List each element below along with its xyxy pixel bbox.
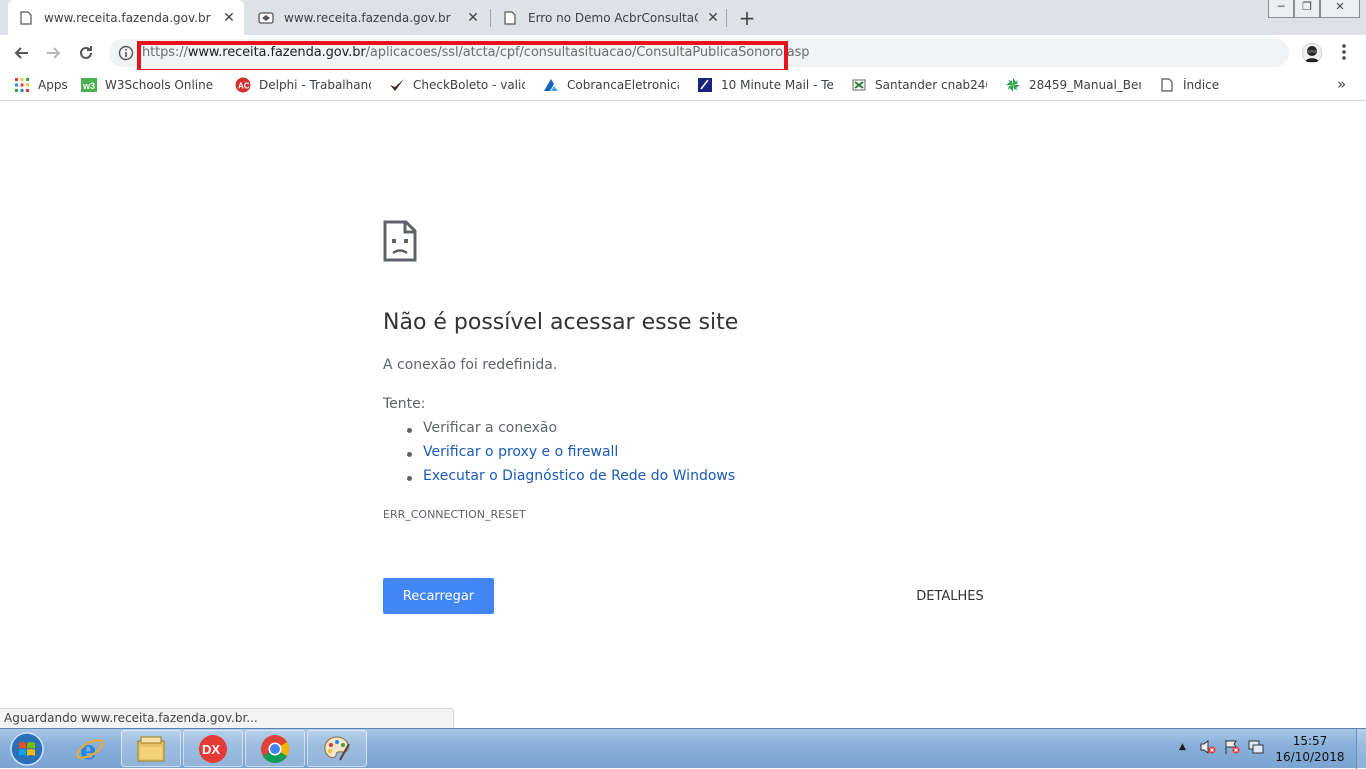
error-description: A conexão foi redefinida. [383, 357, 558, 373]
tab-title: www.receita.fazenda.gov.br [284, 10, 451, 25]
delphi-icon: AC [235, 77, 251, 93]
windows-taskbar: e DX ▲ 15:57 16/10/2018 [0, 728, 1366, 769]
10minutemail-icon [697, 77, 713, 93]
restore-button[interactable]: ❐ [1294, 0, 1320, 18]
bookmark-label: CobrancaEletronicaB [567, 78, 679, 92]
apps-grid-icon [14, 77, 30, 93]
paint-taskbar[interactable] [307, 730, 367, 767]
volume-muted-icon[interactable] [1199, 739, 1217, 758]
svg-text:AC: AC [238, 82, 250, 91]
close-tab-icon[interactable]: ✕ [706, 10, 720, 26]
bookmark-apps[interactable]: Apps [14, 76, 68, 94]
devexpress-taskbar[interactable]: DX [183, 730, 243, 767]
status-bubble: Aguardando www.receita.fazenda.gov.br... [0, 708, 454, 728]
checkboleto-icon [389, 77, 405, 93]
bookmarks-bar: Apps w3 W3Schools Online W AC Delphi - T… [0, 70, 1366, 101]
error-code: ERR_CONNECTION_RESET [383, 508, 526, 521]
reload-button[interactable] [74, 41, 98, 65]
new-tab-button[interactable]: + [737, 6, 757, 30]
tray-expand-icon[interactable]: ▲ [1179, 742, 1186, 752]
windows-explorer-taskbar[interactable] [121, 730, 181, 767]
back-button[interactable] [9, 41, 33, 65]
tab-separator [490, 9, 491, 27]
bookmark-label: 28459_Manual_Benef [1029, 78, 1141, 92]
folder-icon [137, 736, 165, 761]
forward-button[interactable] [42, 41, 66, 65]
close-tab-icon[interactable]: ✕ [222, 10, 236, 26]
bookmark-indice[interactable]: Índice [1159, 76, 1219, 94]
dx-label: DX [202, 742, 220, 757]
close-tab-icon[interactable]: ✕ [466, 10, 480, 26]
suggestion-check-proxy: Verificar o proxy e o firewall [406, 444, 735, 468]
action-center-flag-icon[interactable] [1223, 739, 1241, 758]
bookmarks-overflow-chevron-icon[interactable]: » [1337, 75, 1346, 93]
devexpress-icon: DX [199, 734, 227, 763]
page-content: Não é possível acessar esse site A conex… [0, 102, 1366, 728]
manual-icon [1005, 77, 1021, 93]
suggestion-network-diagnostics: Executar o Diagnóstico de Rede do Window… [406, 468, 735, 492]
try-label: Tente: [383, 396, 426, 412]
cobranca-icon [543, 77, 559, 93]
clock-date: 16/10/2018 [1275, 750, 1345, 764]
suggestions-list: Verificar a conexão Verificar o proxy e … [406, 420, 735, 492]
network-diagnostics-link[interactable]: Executar o Diagnóstico de Rede do Window… [423, 468, 735, 484]
google-chrome-taskbar[interactable] [245, 730, 305, 767]
bookmark-label: Apps [38, 78, 68, 92]
bookmark-santander[interactable]: Santander cnab240.p [851, 76, 987, 94]
minimize-button[interactable]: ─ [1268, 0, 1294, 18]
receita-favicon-icon [258, 10, 274, 26]
show-desktop-button[interactable] [1356, 729, 1366, 769]
error-title: Não é possível acessar esse site [383, 310, 739, 335]
reload-page-button[interactable]: Recarregar [383, 578, 494, 614]
tab-erro-demo[interactable]: Erro no Demo AcbrConsultaCPF ✕ [492, 0, 728, 35]
bookmark-label: W3Schools Online W [105, 78, 216, 92]
bookmark-delphi[interactable]: AC Delphi - Trabalhando [235, 76, 371, 94]
close-window-button[interactable]: ✕ [1320, 0, 1360, 18]
network-icon[interactable] [1247, 739, 1265, 758]
svg-text:w3: w3 [82, 81, 95, 91]
bookmark-w3schools[interactable]: w3 W3Schools Online W [81, 76, 216, 94]
tab-title: Erro no Demo AcbrConsultaCPF [528, 10, 698, 25]
info-icon[interactable] [118, 45, 134, 65]
w3schools-icon: w3 [81, 77, 97, 93]
chrome-icon [261, 734, 289, 763]
bookmark-label: Índice [1183, 78, 1220, 92]
santander-icon [851, 77, 867, 93]
suggestion-check-connection: Verificar a conexão [406, 420, 735, 444]
bookmark-manual[interactable]: 28459_Manual_Benef [1005, 76, 1141, 94]
arrow-left-icon [14, 47, 28, 59]
bookmark-checkboleto[interactable]: CheckBoleto - valida [389, 76, 525, 94]
paint-palette-icon [324, 735, 350, 760]
bookmark-label: CheckBoleto - valida [413, 78, 525, 92]
page-icon [18, 10, 34, 26]
tab-strip: www.receita.fazenda.gov.br ✕ www.receita… [0, 0, 1366, 35]
tab-receita-2[interactable]: www.receita.fazenda.gov.br ✕ [248, 0, 488, 35]
reload-icon [80, 46, 92, 59]
tab-separator [726, 9, 727, 27]
windows-orb-icon [10, 732, 44, 766]
arrow-right-icon [47, 47, 61, 59]
profile-avatar[interactable] [1302, 43, 1322, 63]
bookmark-label: Delphi - Trabalhando [259, 78, 371, 92]
url-highlight-box [137, 41, 788, 73]
start-button[interactable] [5, 731, 49, 767]
bookmark-cobranca[interactable]: CobrancaEletronicaB [543, 76, 679, 94]
page-icon [502, 10, 518, 26]
page-icon [1159, 77, 1175, 93]
bookmark-label: Santander cnab240.p [875, 78, 987, 92]
tab-title: www.receita.fazenda.gov.br [44, 10, 211, 25]
check-proxy-link[interactable]: Verificar o proxy e o firewall [423, 444, 618, 460]
sad-page-icon [383, 220, 417, 266]
internet-explorer-icon: e [76, 736, 104, 764]
bookmark-10minutemail[interactable]: 10 Minute Mail - Tem [697, 76, 833, 94]
tab-receita-1[interactable]: www.receita.fazenda.gov.br ✕ [8, 0, 244, 35]
details-button[interactable]: DETALHES [905, 578, 995, 614]
more-menu-icon[interactable] [1337, 43, 1351, 65]
internet-explorer-taskbar[interactable]: e [60, 730, 120, 767]
system-clock[interactable]: 15:57 16/10/2018 [1270, 733, 1350, 765]
bookmark-label: 10 Minute Mail - Tem [721, 78, 833, 92]
clock-time: 15:57 [1292, 734, 1328, 748]
